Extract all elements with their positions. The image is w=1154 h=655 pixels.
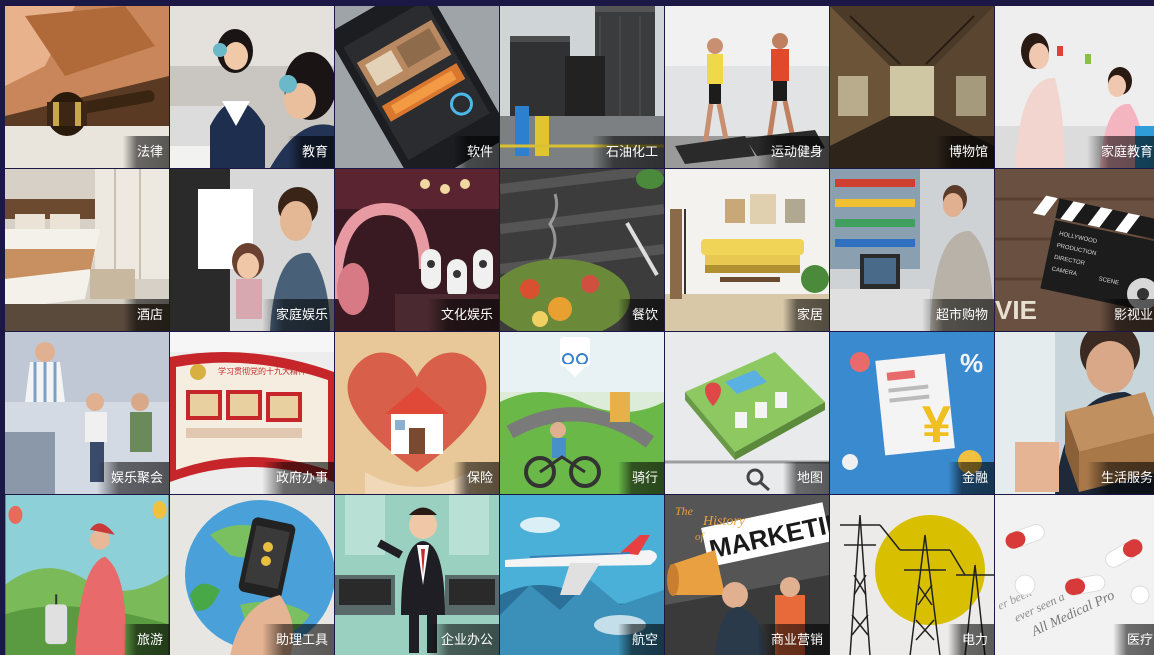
tile-label: 助理工具 bbox=[261, 624, 334, 655]
tile-label: 生活服务 bbox=[1086, 462, 1154, 494]
industry-grid: 法律 教育 软件 石油化工 运动健身 博物馆 家庭教育 酒店 家庭娱乐 文化娱乐… bbox=[5, 6, 1154, 655]
tile-map[interactable]: 地图 bbox=[665, 332, 829, 494]
tile-label: 金融 bbox=[947, 462, 994, 494]
tile-catering[interactable]: 餐饮 bbox=[500, 169, 664, 331]
svg-text:%: % bbox=[960, 348, 983, 378]
tile-software[interactable]: 软件 bbox=[335, 6, 499, 168]
tile-label: 酒店 bbox=[122, 299, 169, 331]
tile-label: 家庭教育 bbox=[1086, 136, 1154, 168]
tile-label: 医疗 bbox=[1112, 624, 1154, 655]
tile-label: 家居 bbox=[782, 299, 829, 331]
tile-party[interactable]: 娱乐聚会 bbox=[5, 332, 169, 494]
tile-label: 石油化工 bbox=[591, 136, 664, 168]
tile-label: 航空 bbox=[617, 624, 664, 655]
tile-label: 运动健身 bbox=[756, 136, 829, 168]
tile-label: 影视业 bbox=[1099, 299, 1154, 331]
svg-text:History: History bbox=[702, 514, 746, 529]
tile-life-services[interactable]: 生活服务 bbox=[995, 332, 1154, 494]
tile-label: 教育 bbox=[287, 136, 334, 168]
tile-label: 家庭娱乐 bbox=[261, 299, 334, 331]
tile-label: 餐饮 bbox=[617, 299, 664, 331]
tile-enterprise-office[interactable]: 企业办公 bbox=[335, 495, 499, 655]
svg-text:学习贯彻党的十九大精神: 学习贯彻党的十九大精神 bbox=[218, 366, 306, 376]
tile-hotel[interactable]: 酒店 bbox=[5, 169, 169, 331]
tile-cultural-entertainment[interactable]: 文化娱乐 bbox=[335, 169, 499, 331]
tile-label: 软件 bbox=[452, 136, 499, 168]
tile-label: 商业营销 bbox=[756, 624, 829, 655]
tile-family-entertainment[interactable]: 家庭娱乐 bbox=[170, 169, 334, 331]
tile-electric-power[interactable]: 电力 bbox=[830, 495, 994, 655]
svg-text:VIE: VIE bbox=[995, 295, 1037, 325]
tile-label: 旅游 bbox=[122, 624, 169, 655]
tile-travel[interactable]: 旅游 bbox=[5, 495, 169, 655]
tile-label: 博物馆 bbox=[934, 136, 994, 168]
svg-text:The: The bbox=[675, 504, 694, 518]
tile-label: 企业办公 bbox=[426, 624, 499, 655]
tile-fitness[interactable]: 运动健身 bbox=[665, 6, 829, 168]
tile-education[interactable]: 教育 bbox=[170, 6, 334, 168]
tile-finance[interactable]: ¥ % 金融 bbox=[830, 332, 994, 494]
tile-label: 娱乐聚会 bbox=[96, 462, 169, 494]
tile-supermarket[interactable]: 超市购物 bbox=[830, 169, 994, 331]
tile-medical[interactable]: All Medical Pro ever seen a er been 医疗 bbox=[995, 495, 1154, 655]
tile-film[interactable]: HOLLYWOOD PRODUCTION DIRECTOR CAMERA SCE… bbox=[995, 169, 1154, 331]
tile-label: 文化娱乐 bbox=[426, 299, 499, 331]
tile-label: 法律 bbox=[122, 136, 169, 168]
tile-label: 保险 bbox=[452, 462, 499, 494]
tile-law[interactable]: 法律 bbox=[5, 6, 169, 168]
tile-cycling[interactable]: 骑行 bbox=[500, 332, 664, 494]
tile-family-education[interactable]: 家庭教育 bbox=[995, 6, 1154, 168]
tile-label: 地图 bbox=[782, 462, 829, 494]
tile-government[interactable]: 学习贯彻党的十九大精神 政府办事 bbox=[170, 332, 334, 494]
tile-label: 政府办事 bbox=[261, 462, 334, 494]
tile-label: 超市购物 bbox=[921, 299, 994, 331]
tile-petrochemical[interactable]: 石油化工 bbox=[500, 6, 664, 168]
tile-label: 骑行 bbox=[617, 462, 664, 494]
tile-home-furnishing[interactable]: 家居 bbox=[665, 169, 829, 331]
svg-text:¥: ¥ bbox=[922, 396, 951, 454]
tile-marketing[interactable]: MARKETING The History of 商业营销 bbox=[665, 495, 829, 655]
tile-museum[interactable]: 博物馆 bbox=[830, 6, 994, 168]
tile-aviation[interactable]: 航空 bbox=[500, 495, 664, 655]
tile-insurance[interactable]: 保险 bbox=[335, 332, 499, 494]
tile-label: 电力 bbox=[947, 624, 994, 655]
tile-assistant-tools[interactable]: 助理工具 bbox=[170, 495, 334, 655]
